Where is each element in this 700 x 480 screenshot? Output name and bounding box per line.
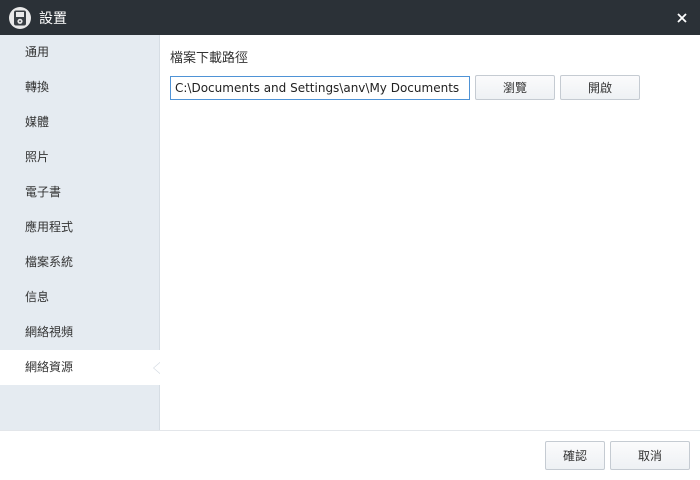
sidebar-item-label: 網絡資源 xyxy=(25,360,74,374)
settings-panel: 檔案下載路徑 瀏覽 開啟 xyxy=(160,35,700,430)
sidebar-item-file-system[interactable]: 檔案系統 xyxy=(0,245,159,280)
sidebar-item-media[interactable]: 媒體 xyxy=(0,105,159,140)
ok-button[interactable]: 確認 xyxy=(545,441,605,470)
title-bar: 設置 xyxy=(0,0,700,35)
sidebar-item-label: 網絡視頻 xyxy=(25,325,74,339)
sidebar-item-label: 應用程式 xyxy=(25,220,74,234)
sidebar-item-label: 檔案系統 xyxy=(25,255,74,269)
sidebar-item-label: 媒體 xyxy=(25,115,50,129)
sidebar-item-label: 照片 xyxy=(25,150,50,164)
sidebar-item-messages[interactable]: 信息 xyxy=(0,280,159,315)
download-path-input[interactable] xyxy=(170,76,470,100)
open-folder-button[interactable]: 開啟 xyxy=(560,75,640,100)
sidebar-item-photos[interactable]: 照片 xyxy=(0,140,159,175)
sidebar-item-ebooks[interactable]: 電子書 xyxy=(0,175,159,210)
sidebar-item-label: 轉換 xyxy=(25,80,50,94)
sidebar-item-label: 電子書 xyxy=(25,185,62,199)
sidebar-item-apps[interactable]: 應用程式 xyxy=(0,210,159,245)
window-title: 設置 xyxy=(39,10,67,27)
close-button[interactable] xyxy=(672,8,692,28)
footer: 確認 取消 xyxy=(0,430,700,480)
ipod-icon xyxy=(9,6,31,29)
sidebar-item-general[interactable]: 通用 xyxy=(0,35,159,70)
section-title: 檔案下載路徑 xyxy=(170,51,249,66)
sidebar-item-web-resources[interactable]: 網絡資源 xyxy=(0,350,161,385)
sidebar-item-web-video[interactable]: 網絡視頻 xyxy=(0,315,159,350)
sidebar-item-label: 信息 xyxy=(25,290,50,304)
close-icon xyxy=(677,13,687,23)
sidebar: 通用 轉換 媒體 照片 電子書 應用程式 檔案系統 信息 網絡視頻 網絡資源 xyxy=(0,35,161,430)
cancel-button[interactable]: 取消 xyxy=(610,441,690,470)
sidebar-item-label: 通用 xyxy=(25,45,50,59)
sidebar-item-conversion[interactable]: 轉換 xyxy=(0,70,159,105)
browse-button[interactable]: 瀏覽 xyxy=(475,75,555,100)
